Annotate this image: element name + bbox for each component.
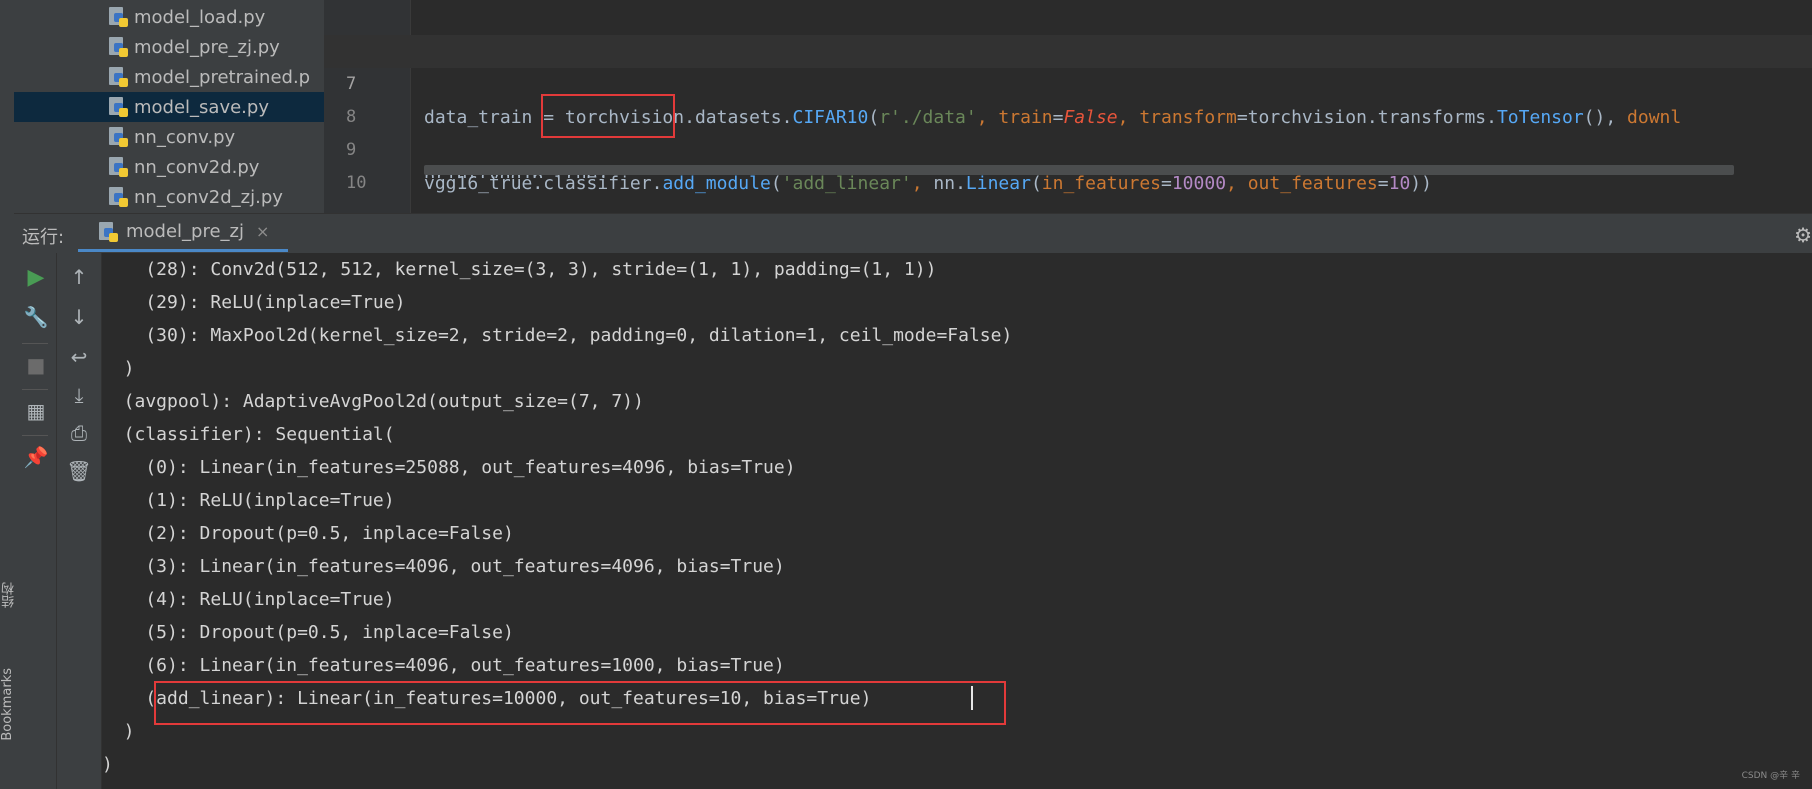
tree-item-label: nn_conv.py	[134, 126, 236, 148]
console-line: (classifier): Sequential(	[102, 424, 395, 445]
arrow-down-icon[interactable]: ↓	[65, 303, 93, 331]
tree-item[interactable]: model_pretrained.p	[14, 62, 324, 92]
layout-icon[interactable]: ▦	[22, 397, 50, 425]
code-line-current: 7 data_train = torchvision.datasets.CIFA…	[324, 35, 1812, 128]
python-file-icon	[108, 187, 128, 207]
console-line: )	[102, 721, 135, 742]
watermark: CSDN @辛 辛	[1741, 771, 1800, 781]
console-line: (30): MaxPool2d(kernel_size=2, stride=2,…	[102, 325, 1013, 346]
stop-icon[interactable]: ■	[22, 351, 50, 379]
rerun-icon[interactable]: ▶	[22, 263, 50, 291]
tree-item-label: model_save.py	[134, 96, 269, 118]
text-caret	[971, 686, 973, 710]
console-line: (29): ReLU(inplace=True)	[102, 292, 406, 313]
console-line: (4): ReLU(inplace=True)	[102, 589, 395, 610]
toolbar-separator	[22, 343, 48, 344]
code-line: 6	[324, 2, 1812, 61]
tree-item[interactable]: model_load.py	[14, 2, 324, 32]
console-line: (3): Linear(in_features=4096, out_featur…	[102, 556, 785, 577]
console-line: )	[102, 358, 135, 379]
console-line: (28): Conv2d(512, 512, kernel_size=(3, 3…	[102, 259, 937, 280]
console-line: )	[102, 754, 113, 775]
trash-icon[interactable]: 🗑	[65, 457, 93, 485]
console-line: (avgpool): AdaptiveAvgPool2d(output_size…	[102, 391, 644, 412]
pin-icon[interactable]: 📌	[22, 443, 50, 471]
console-line: (0): Linear(in_features=25088, out_featu…	[102, 457, 796, 478]
python-file-icon	[108, 7, 128, 27]
tree-item-label: nn_conv2d_zj.py	[134, 186, 283, 208]
editor-horizontal-scrollbar[interactable]	[424, 165, 1734, 175]
console-line: (5): Dropout(p=0.5, inplace=False)	[102, 622, 514, 643]
gear-icon[interactable]: ⚙	[1794, 223, 1812, 247]
tree-item-selected[interactable]: model_save.py	[14, 92, 324, 122]
run-panel-header: 运行: model_pre_zj × ⚙	[14, 213, 1812, 255]
tree-item-label: model_pretrained.p	[134, 66, 311, 88]
run-toolbar-secondary: ↑ ↓ ↩ ⤓ ⎙ 🗑	[57, 253, 102, 789]
python-file-icon	[98, 221, 118, 242]
console-line: (6): Linear(in_features=4096, out_featur…	[102, 655, 785, 676]
wrench-icon[interactable]: 🔧	[22, 303, 50, 331]
project-tree: model_load.py model_pre_zj.py model_pret…	[14, 0, 324, 213]
tree-item-label: nn_conv2d.py	[134, 156, 260, 178]
left-tool-strip: 结构 Bookmarks	[0, 0, 17, 789]
python-file-icon	[108, 157, 128, 177]
tree-item[interactable]: nn_conv2d_zj.py	[14, 182, 324, 212]
tree-item-label: model_load.py	[134, 6, 266, 28]
code-editor[interactable]: 6 7 data_train = torchvision.datasets.CI…	[324, 0, 1812, 213]
console-output[interactable]: (28): Conv2d(512, 512, kernel_size=(3, 3…	[102, 253, 1812, 789]
toolbar-separator	[22, 435, 48, 436]
python-file-icon	[108, 97, 128, 117]
print-icon[interactable]: ⎙	[65, 419, 93, 447]
tree-item[interactable]: nn_conv2d.py	[14, 152, 324, 182]
line-number: 10	[346, 173, 367, 193]
tree-item[interactable]: nn_conv.py	[14, 122, 324, 152]
bookmarks-tool-tab[interactable]: Bookmarks	[0, 668, 15, 741]
highlight-box-classifier	[541, 94, 675, 138]
run-tab[interactable]: model_pre_zj ×	[78, 214, 288, 252]
toolbar-separator	[22, 389, 48, 390]
console-line: (2): Dropout(p=0.5, inplace=False)	[102, 523, 514, 544]
console-line: (1): ReLU(inplace=True)	[102, 490, 395, 511]
highlight-box-add-linear	[154, 681, 1006, 725]
python-file-icon	[108, 127, 128, 147]
tree-item-label: model_pre_zj.py	[134, 36, 280, 58]
python-file-icon	[108, 67, 128, 87]
tree-item[interactable]: model_pre_zj.py	[14, 32, 324, 62]
scroll-to-end-icon[interactable]: ⤓	[65, 381, 93, 409]
code-line: 10	[324, 134, 1812, 193]
run-panel-label: 运行:	[22, 227, 65, 248]
close-icon[interactable]: ×	[256, 222, 269, 241]
soft-wrap-icon[interactable]: ↩	[65, 343, 93, 371]
arrow-up-icon[interactable]: ↑	[65, 263, 93, 291]
run-toolbar-primary: ▶ 🔧 ■ ▦ 📌	[14, 253, 57, 789]
python-file-icon	[108, 37, 128, 57]
run-tab-label: model_pre_zj	[126, 221, 245, 242]
